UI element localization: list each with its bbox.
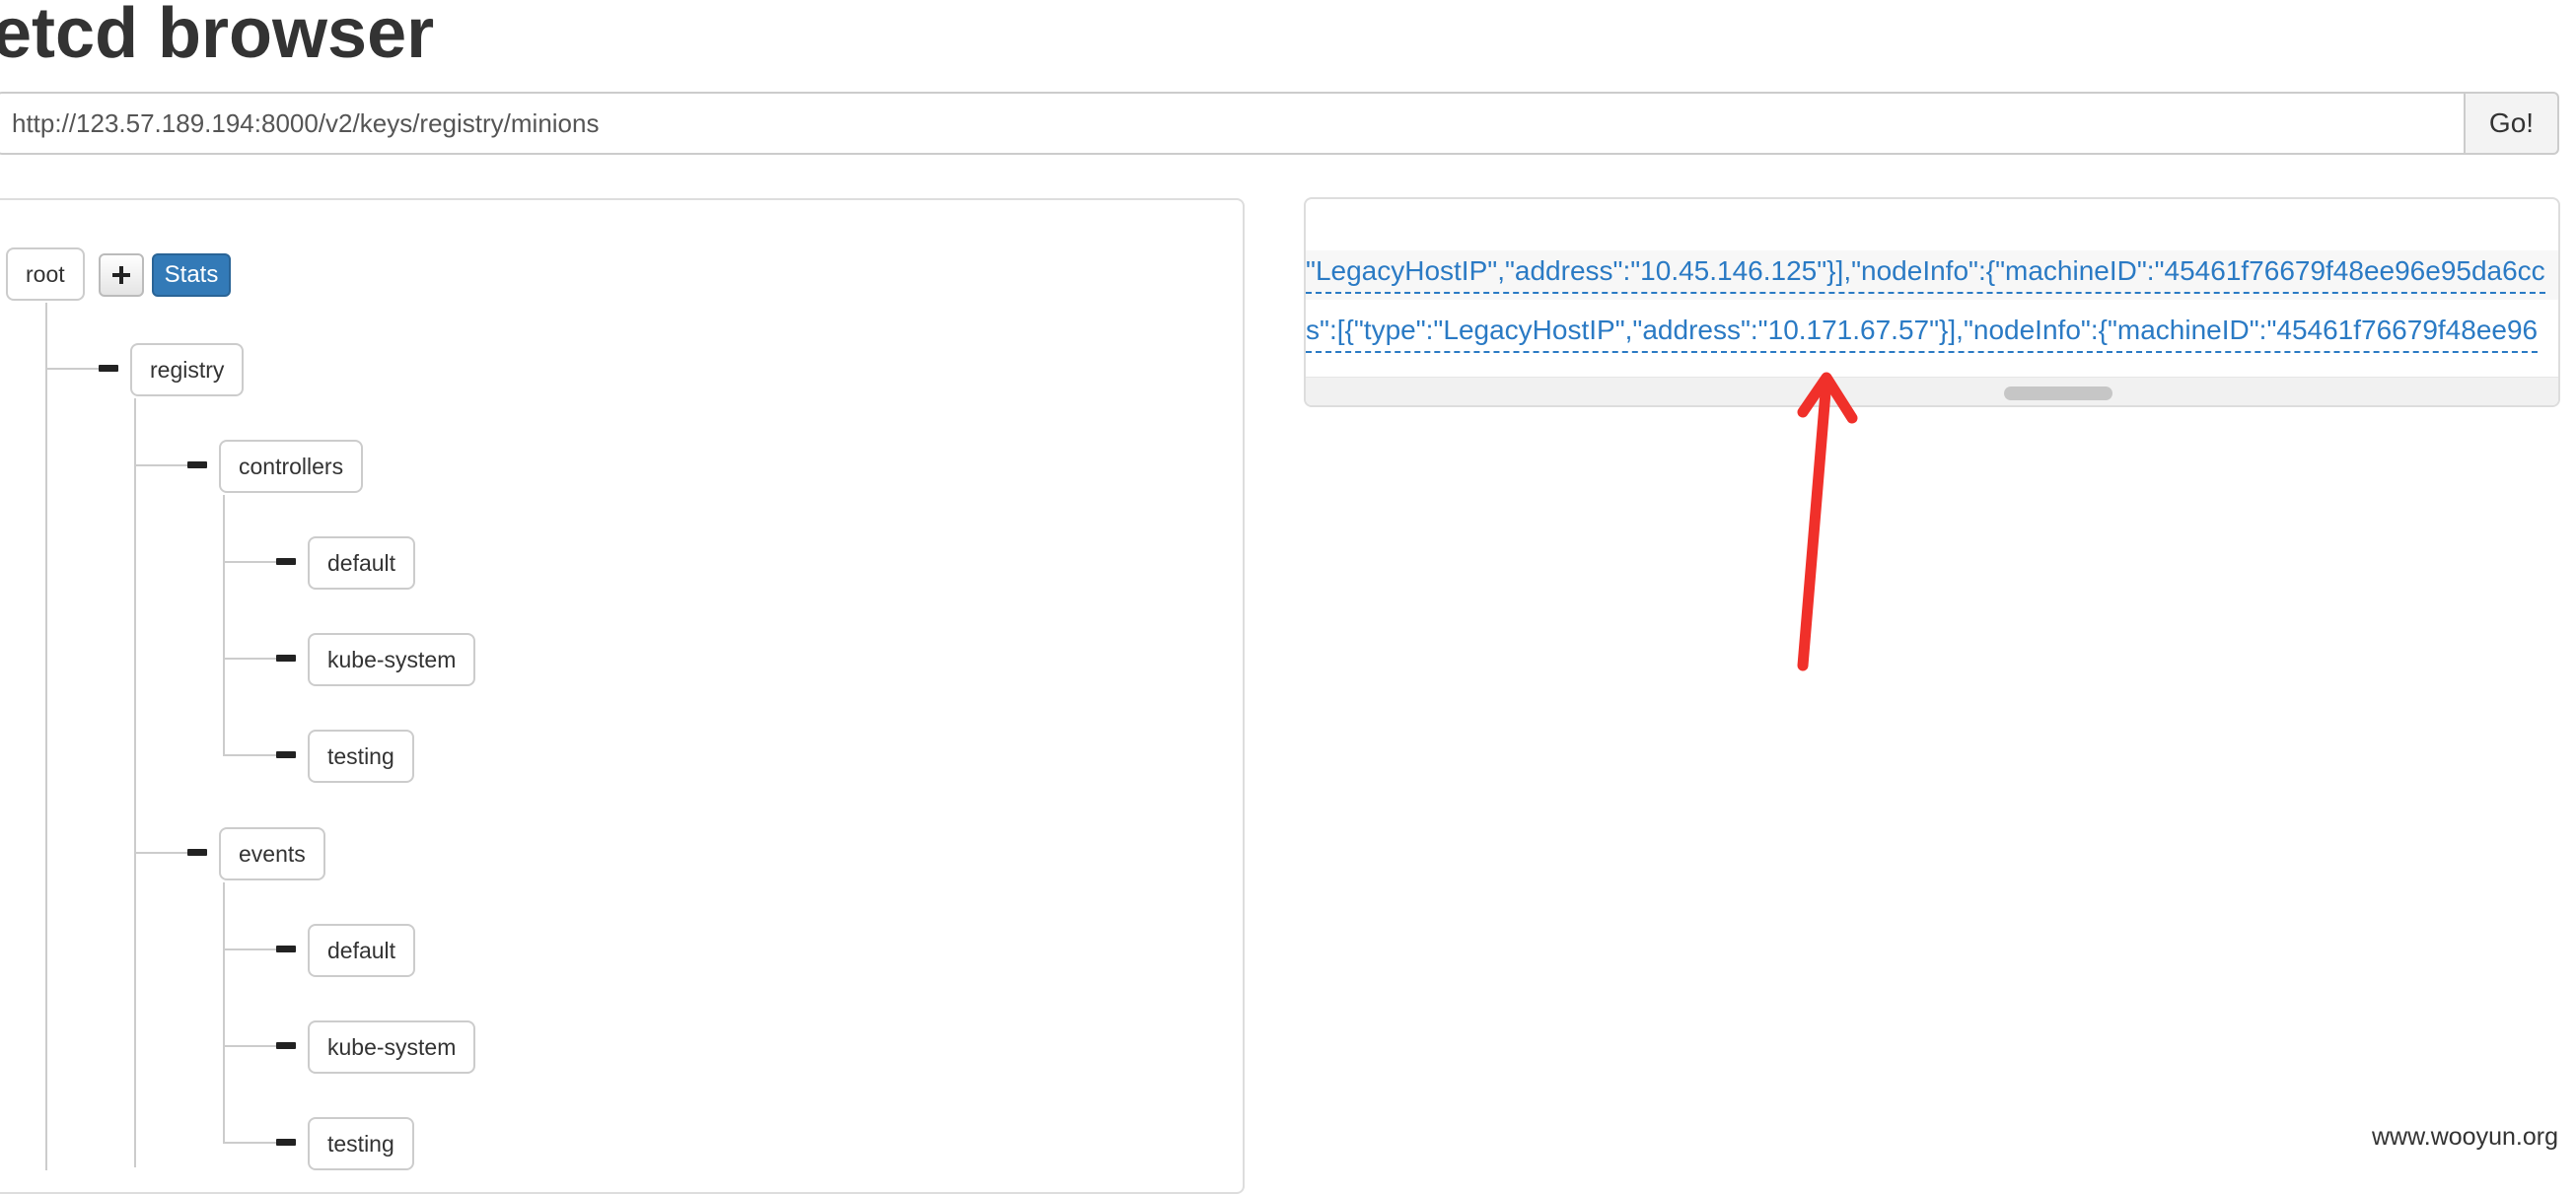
tree-node-kube-system[interactable]: kube-system [308, 633, 476, 686]
tree-connector [223, 948, 278, 950]
value-link[interactable]: "LegacyHostIP","address":"10.45.146.125"… [1306, 250, 2545, 294]
tree-node-root[interactable]: root [6, 247, 85, 301]
value-link[interactable]: s":[{"type":"LegacyHostIP","address":"10… [1306, 310, 2539, 353]
tree-node-default[interactable]: default [308, 924, 416, 977]
list-item: "LegacyHostIP","address":"10.45.146.125"… [1306, 250, 2558, 300]
tree-connector [223, 1045, 278, 1047]
collapse-icon[interactable] [276, 1042, 296, 1049]
collapse-icon[interactable] [276, 1139, 296, 1146]
tree-node-kube-system[interactable]: kube-system [308, 1020, 476, 1074]
tree-connector [134, 852, 189, 854]
tree-connector [134, 398, 136, 1167]
tree-node-events[interactable]: events [219, 827, 325, 880]
page-title: etcd browser [0, 0, 435, 73]
tree-connector [223, 561, 278, 563]
tree-connector [45, 368, 101, 370]
list-item: s":[{"type":"LegacyHostIP","address":"10… [1306, 310, 2558, 359]
collapse-icon[interactable] [276, 655, 296, 662]
value-panel: "LegacyHostIP","address":"10.45.146.125"… [1304, 197, 2560, 407]
add-button[interactable] [99, 253, 144, 297]
collapse-icon[interactable] [99, 365, 118, 372]
collapse-icon[interactable] [276, 751, 296, 758]
tree-connector [223, 495, 225, 754]
collapse-icon[interactable] [187, 461, 207, 468]
collapse-icon[interactable] [276, 558, 296, 565]
tree-connector [223, 1142, 278, 1144]
collapse-icon[interactable] [276, 946, 296, 952]
tree-node-testing[interactable]: testing [308, 1117, 414, 1170]
tree-node-registry[interactable]: registry [130, 343, 245, 396]
watermark: www.wooyun.org [2372, 1123, 2558, 1151]
tree-node-testing[interactable]: testing [308, 730, 414, 783]
tree-connector [223, 754, 278, 756]
stats-button[interactable]: Stats [152, 253, 231, 297]
tree-connector [45, 303, 47, 1170]
url-input[interactable] [0, 92, 2464, 155]
tree-connector [223, 658, 278, 660]
tree-connector [223, 882, 225, 1144]
tree-node-controllers[interactable]: controllers [219, 440, 364, 493]
scrollbar-thumb[interactable] [2004, 386, 2112, 400]
collapse-icon[interactable] [187, 849, 207, 856]
tree-connector [134, 464, 189, 466]
go-button[interactable]: Go! [2464, 92, 2559, 155]
tree-node-default[interactable]: default [308, 536, 416, 590]
horizontal-scrollbar[interactable] [1306, 377, 2558, 405]
